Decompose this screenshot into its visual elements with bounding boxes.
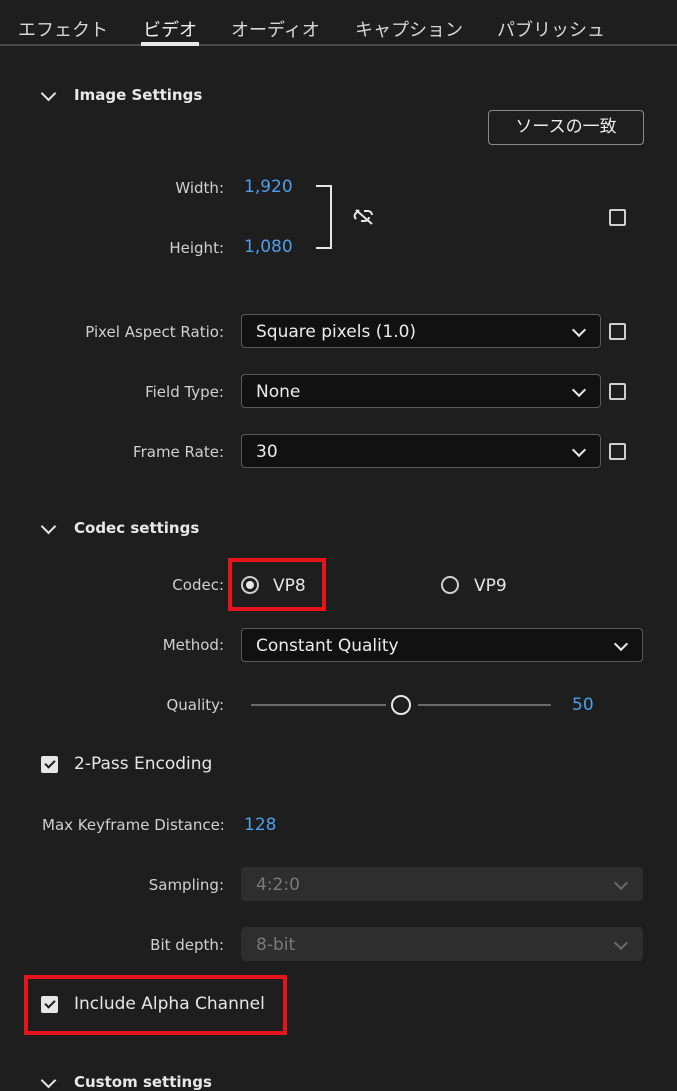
quality-slider-track-left[interactable] (251, 704, 386, 706)
chevron-down-icon (571, 442, 587, 458)
max-keyframe-value[interactable]: 128 (244, 815, 276, 835)
sampling-value: 4:2:0 (256, 875, 300, 895)
unlink-icon[interactable] (353, 207, 375, 227)
method-label: Method: (162, 636, 224, 654)
vp8-label[interactable]: VP8 (273, 576, 306, 596)
quality-label: Quality: (166, 696, 224, 714)
vp9-radio[interactable] (441, 576, 459, 594)
pixel-aspect-value: Square pixels (1.0) (256, 322, 417, 342)
tab-captions[interactable]: キャプション (355, 16, 463, 42)
field-type-select[interactable]: None (241, 374, 601, 408)
tab-audio[interactable]: オーディオ (231, 16, 320, 42)
height-value[interactable]: 1,080 (244, 237, 293, 257)
bit-depth-value: 8-bit (256, 935, 296, 955)
method-select[interactable]: Constant Quality (241, 628, 643, 662)
alpha-channel-label[interactable]: Include Alpha Channel (74, 994, 265, 1014)
pixel-aspect-checkbox[interactable] (609, 323, 626, 340)
two-pass-label[interactable]: 2-Pass Encoding (74, 754, 212, 774)
chevron-down-icon (571, 322, 587, 338)
bit-depth-label: Bit depth: (150, 936, 224, 954)
codec-settings-title[interactable]: Codec settings (74, 519, 199, 537)
match-source-button[interactable]: ソースの一致 (488, 110, 644, 145)
quality-slider-track-right[interactable] (418, 704, 551, 706)
pixel-aspect-label: Pixel Aspect Ratio: (85, 323, 224, 341)
vp8-radio[interactable] (241, 576, 259, 594)
dimension-override-checkbox[interactable] (609, 209, 626, 226)
pixel-aspect-select[interactable]: Square pixels (1.0) (241, 314, 601, 348)
field-type-checkbox[interactable] (609, 383, 626, 400)
bit-depth-select: 8-bit (241, 927, 643, 961)
frame-rate-checkbox[interactable] (609, 443, 626, 460)
image-settings-title[interactable]: Image Settings (74, 86, 202, 104)
frame-rate-value: 30 (256, 442, 278, 462)
codec-settings-chevron-down-icon[interactable] (40, 518, 57, 535)
frame-rate-label: Frame Rate: (133, 443, 224, 461)
quality-slider-thumb[interactable] (391, 695, 411, 715)
image-settings-chevron-down-icon[interactable] (40, 85, 57, 102)
width-value[interactable]: 1,920 (244, 177, 293, 197)
chevron-down-icon (613, 636, 629, 652)
alpha-channel-checkbox[interactable] (41, 996, 58, 1013)
chevron-down-icon (571, 382, 587, 398)
field-type-label: Field Type: (145, 383, 224, 401)
chevron-down-icon (613, 875, 629, 891)
width-label: Width: (175, 179, 224, 197)
quality-value[interactable]: 50 (572, 695, 594, 715)
frame-rate-select[interactable]: 30 (241, 434, 601, 468)
sampling-select: 4:2:0 (241, 867, 643, 901)
method-value: Constant Quality (256, 636, 399, 656)
sampling-label: Sampling: (148, 876, 224, 894)
two-pass-checkbox[interactable] (41, 756, 58, 773)
vp9-label[interactable]: VP9 (474, 576, 507, 596)
tab-video[interactable]: ビデオ (143, 16, 197, 42)
custom-settings-title[interactable]: Custom settings (74, 1073, 212, 1091)
field-type-value: None (256, 382, 301, 402)
codec-label: Codec: (172, 576, 224, 594)
active-tab-indicator (141, 42, 199, 46)
tab-effects[interactable]: エフェクト (18, 16, 108, 42)
height-label: Height: (169, 239, 224, 257)
chevron-down-icon (613, 935, 629, 951)
dimension-link-bracket (316, 185, 332, 249)
tab-divider (0, 44, 677, 46)
max-keyframe-label: Max Keyframe Distance: (42, 816, 225, 834)
tab-publish[interactable]: パブリッシュ (497, 16, 605, 42)
custom-settings-chevron-down-icon[interactable] (40, 1072, 57, 1089)
